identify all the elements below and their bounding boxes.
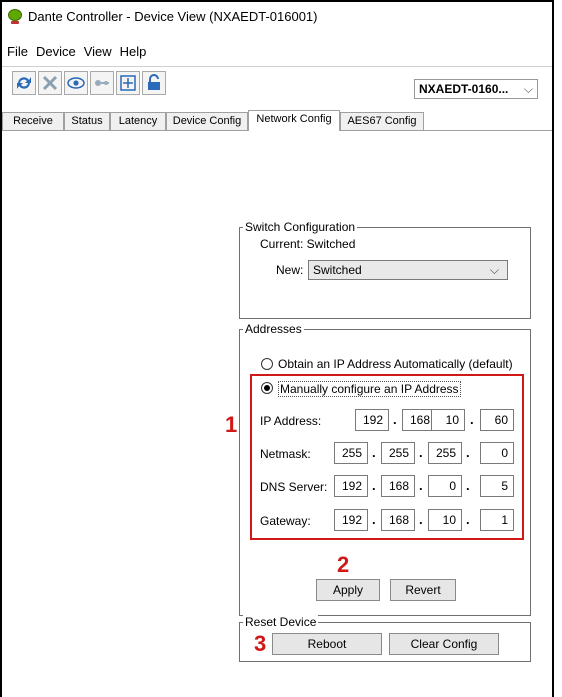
expand-button[interactable] bbox=[116, 71, 140, 95]
link-icon bbox=[95, 80, 109, 86]
annotation-1: 1 bbox=[225, 412, 238, 437]
annotation-2: 2 bbox=[337, 552, 350, 577]
subscribe-button[interactable] bbox=[90, 71, 114, 95]
title-bar: Dante Controller - Device View (NXAEDT-0… bbox=[4, 6, 552, 26]
toolbar: NXAEDT-0160... ⌵ bbox=[2, 66, 552, 101]
refresh-icon bbox=[17, 77, 31, 89]
annotation-3: 3 bbox=[254, 631, 267, 656]
tab-aes67-config[interactable]: AES67 Config bbox=[340, 112, 424, 130]
chevron-down-icon: ⌵ bbox=[523, 82, 533, 96]
manual-ip-highlight bbox=[250, 374, 524, 540]
tab-receive[interactable]: Receive bbox=[2, 112, 64, 130]
apply-button[interactable]: Apply bbox=[316, 579, 380, 601]
device-select[interactable]: NXAEDT-0160... ⌵ bbox=[414, 79, 538, 99]
app-window: Dante Controller - Device View (NXAEDT-0… bbox=[0, 0, 554, 697]
revert-button[interactable]: Revert bbox=[390, 579, 456, 601]
identify-button[interactable] bbox=[64, 71, 88, 95]
reset-device-group: Reset Device Reboot Clear Config bbox=[239, 615, 531, 662]
lock-button[interactable] bbox=[142, 71, 166, 95]
reset-device-legend: Reset Device bbox=[243, 615, 319, 629]
tab-latency[interactable]: Latency bbox=[110, 112, 166, 130]
switch-mode-select[interactable]: Switched ⌵ bbox=[308, 260, 508, 280]
menu-bar: File Device View Help bbox=[6, 44, 147, 59]
switch-config-group: Switch Configuration Current: Switched N… bbox=[239, 220, 531, 319]
dante-app-icon bbox=[8, 9, 22, 24]
auto-ip-label: Obtain an IP Address Automatically (defa… bbox=[278, 357, 513, 371]
clear-config-button[interactable]: Clear Config bbox=[389, 633, 499, 655]
menu-device[interactable]: Device bbox=[35, 44, 77, 59]
switch-mode-value: Switched bbox=[313, 263, 362, 277]
tab-network-config[interactable]: Network Config bbox=[248, 110, 340, 131]
plus-box-icon bbox=[120, 75, 136, 91]
addresses-legend: Addresses bbox=[243, 322, 304, 336]
unlock-icon bbox=[148, 74, 160, 90]
menu-view[interactable]: View bbox=[83, 44, 113, 59]
reboot-button[interactable]: Reboot bbox=[272, 633, 382, 655]
tab-device-config[interactable]: Device Config bbox=[166, 112, 248, 130]
current-mode-label: Current: Switched bbox=[260, 237, 356, 251]
device-select-value: NXAEDT-0160... bbox=[419, 82, 509, 96]
auto-ip-radio[interactable] bbox=[261, 358, 273, 370]
tools-button[interactable] bbox=[38, 71, 62, 95]
refresh-button[interactable] bbox=[12, 71, 36, 95]
new-mode-label: New: bbox=[276, 263, 304, 277]
menu-file[interactable]: File bbox=[6, 44, 29, 59]
tab-status[interactable]: Status bbox=[64, 112, 110, 130]
tab-bar: Receive Status Latency Device Config Net… bbox=[2, 110, 552, 131]
eye-icon bbox=[67, 77, 85, 89]
switch-config-legend: Switch Configuration bbox=[243, 220, 358, 234]
chevron-down-icon: ⌵ bbox=[489, 263, 499, 277]
window-title: Dante Controller - Device View (NXAEDT-0… bbox=[28, 8, 318, 24]
menu-help[interactable]: Help bbox=[119, 44, 148, 59]
wrench-icon bbox=[42, 75, 58, 91]
